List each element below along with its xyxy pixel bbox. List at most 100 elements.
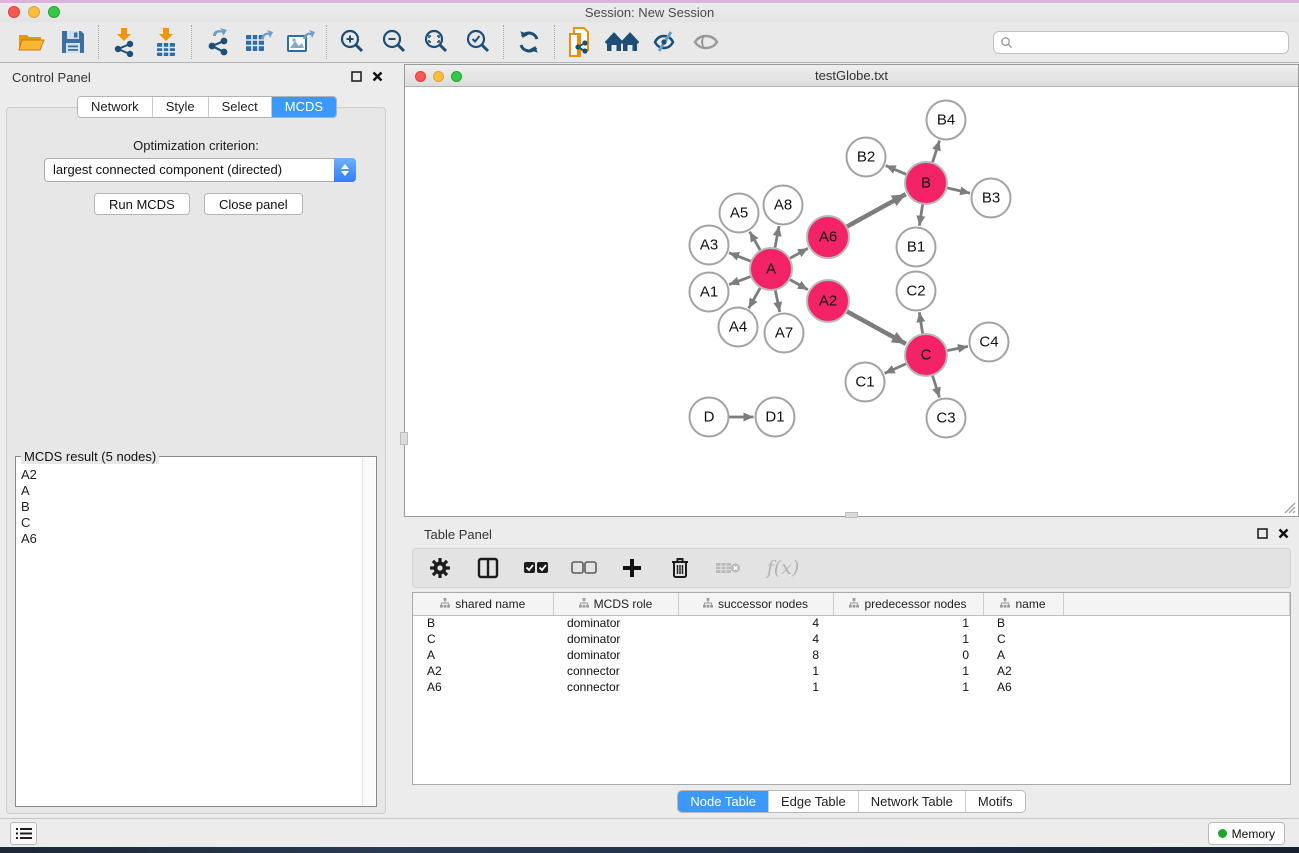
table-row[interactable]: Cdominator41C [413, 631, 1290, 647]
graph-edge[interactable] [749, 287, 761, 308]
mcds-result-item[interactable]: A6 [18, 531, 361, 547]
graph-edge[interactable] [750, 232, 761, 251]
table-tab-motifs[interactable]: Motifs [966, 791, 1025, 812]
import-network-button[interactable] [103, 25, 145, 59]
export-table-button[interactable] [238, 25, 280, 59]
graph-edge[interactable] [775, 226, 779, 248]
bird-eye-view-button[interactable] [685, 25, 727, 59]
graph-edge[interactable] [919, 312, 922, 334]
add-column-button[interactable] [619, 555, 645, 581]
tab-network[interactable]: Network [78, 97, 153, 117]
graph-edge[interactable] [729, 253, 751, 262]
mcds-result-item[interactable]: A2 [18, 467, 361, 483]
graph-edge[interactable] [947, 346, 968, 350]
export-network-button[interactable] [196, 25, 238, 59]
zoom-in-icon [338, 28, 366, 56]
close-panel-icon[interactable] [372, 71, 383, 82]
graph-edge[interactable] [789, 248, 808, 258]
settings-gear-button[interactable] [427, 555, 453, 581]
zoom-selected-button[interactable] [457, 25, 499, 59]
float-table-panel-icon[interactable] [1257, 528, 1268, 539]
control-panel: Control Panel NetworkStyleSelectMCDS Opt… [0, 63, 393, 818]
tab-mcds[interactable]: MCDS [272, 97, 336, 117]
run-mcds-button[interactable]: Run MCDS [94, 193, 190, 215]
select-all-button[interactable] [523, 555, 549, 581]
table-tab-edge-table[interactable]: Edge Table [769, 791, 859, 812]
graph-edge[interactable] [932, 375, 939, 397]
close-panel-button[interactable]: Close panel [204, 193, 303, 215]
graph-node-label: A7 [775, 325, 793, 342]
network-window-titlebar[interactable]: testGlobe.txt [405, 65, 1298, 87]
graph-edge[interactable] [846, 194, 905, 227]
delete-column-button[interactable] [667, 555, 693, 581]
mcds-result-item[interactable]: C [18, 515, 361, 531]
table-cell: 1 [678, 679, 833, 695]
table-row[interactable]: Adominator80A [413, 647, 1290, 663]
memory-button[interactable]: Memory [1208, 822, 1285, 845]
column-header-name[interactable]: name [983, 593, 1063, 615]
table-row[interactable]: A6connector11A6 [413, 679, 1290, 695]
zoom-fit-button[interactable] [415, 25, 457, 59]
table-tab-node-table[interactable]: Node Table [678, 791, 769, 812]
task-history-button[interactable] [10, 822, 37, 845]
zoom-in-button[interactable] [331, 25, 373, 59]
graph-edge[interactable] [946, 188, 970, 193]
split-handle-left[interactable] [400, 432, 408, 445]
mcds-result-item[interactable]: A [18, 483, 361, 499]
import-table-button[interactable] [145, 25, 187, 59]
maximize-window-icon[interactable] [48, 6, 60, 18]
graph-edge[interactable] [846, 311, 905, 344]
criterion-dropdown[interactable]: largest connected component (directed) [44, 158, 356, 182]
toolbar-search[interactable] [993, 31, 1289, 54]
mcds-result-list[interactable]: A2ABCA6 [18, 467, 361, 804]
traffic-lights[interactable] [8, 6, 60, 18]
float-panel-icon[interactable] [351, 71, 362, 82]
close-window-icon[interactable] [8, 6, 20, 18]
graph-edge[interactable] [789, 279, 808, 289]
table-cell: 0 [833, 647, 983, 663]
tab-style[interactable]: Style [153, 97, 209, 117]
toolbar-separator [191, 25, 192, 59]
graph-edge[interactable] [885, 363, 907, 373]
table-cell: 4 [678, 615, 833, 631]
clone-network-button[interactable] [559, 25, 601, 59]
split-view-button[interactable] [475, 555, 501, 581]
tab-select[interactable]: Select [209, 97, 272, 117]
refresh-button[interactable] [508, 25, 550, 59]
export-image-button[interactable] [280, 25, 322, 59]
graph-edge[interactable] [932, 140, 939, 162]
resize-grip-icon[interactable] [1284, 502, 1296, 514]
zoom-fit-icon [422, 28, 450, 56]
network-window-traffic-lights[interactable] [415, 71, 462, 82]
open-folder-button[interactable] [10, 25, 52, 59]
table-tab-network-table[interactable]: Network Table [859, 791, 966, 812]
mcds-result-item[interactable]: B [18, 499, 361, 515]
presentation-mode-button[interactable] [643, 25, 685, 59]
column-header-MCDS-role[interactable]: MCDS role [553, 593, 678, 615]
graph-edge[interactable] [919, 204, 922, 226]
show-all-networks-button[interactable] [601, 25, 643, 59]
graph-edge[interactable] [886, 166, 907, 175]
split-handle-bottom[interactable] [845, 512, 858, 518]
deselect-all-button[interactable] [571, 555, 597, 581]
minimize-window-icon[interactable] [28, 6, 40, 18]
search-input[interactable] [1013, 32, 1288, 53]
network-canvas[interactable]: B4B2BB3A5A8A6A3B1AC2A1A2A4A7C4CC1C3DD1 [405, 87, 1298, 516]
column-header-shared-name[interactable]: shared name [413, 593, 553, 615]
network-graph[interactable]: B4B2BB3A5A8A6A3B1AC2A1A2A4A7C4CC1C3DD1 [405, 87, 1298, 516]
graph-edge[interactable] [729, 276, 751, 284]
close-table-panel-icon[interactable] [1278, 528, 1289, 539]
column-header-successor-nodes[interactable]: successor nodes [678, 593, 833, 615]
result-list-scrollbar[interactable] [362, 458, 375, 805]
column-header-predecessor-nodes[interactable]: predecessor nodes [833, 593, 983, 615]
table-row[interactable]: Bdominator41B [413, 615, 1290, 631]
node-table[interactable]: shared nameMCDS rolesuccessor nodesprede… [412, 592, 1291, 785]
graph-edge[interactable] [775, 290, 780, 312]
save-session-button[interactable] [52, 25, 94, 59]
minimize-network-window-icon[interactable] [433, 71, 444, 82]
close-network-window-icon[interactable] [415, 71, 426, 82]
table-cell: A6 [413, 679, 553, 695]
zoom-out-button[interactable] [373, 25, 415, 59]
table-row[interactable]: A2connector11A2 [413, 663, 1290, 679]
maximize-network-window-icon[interactable] [451, 71, 462, 82]
